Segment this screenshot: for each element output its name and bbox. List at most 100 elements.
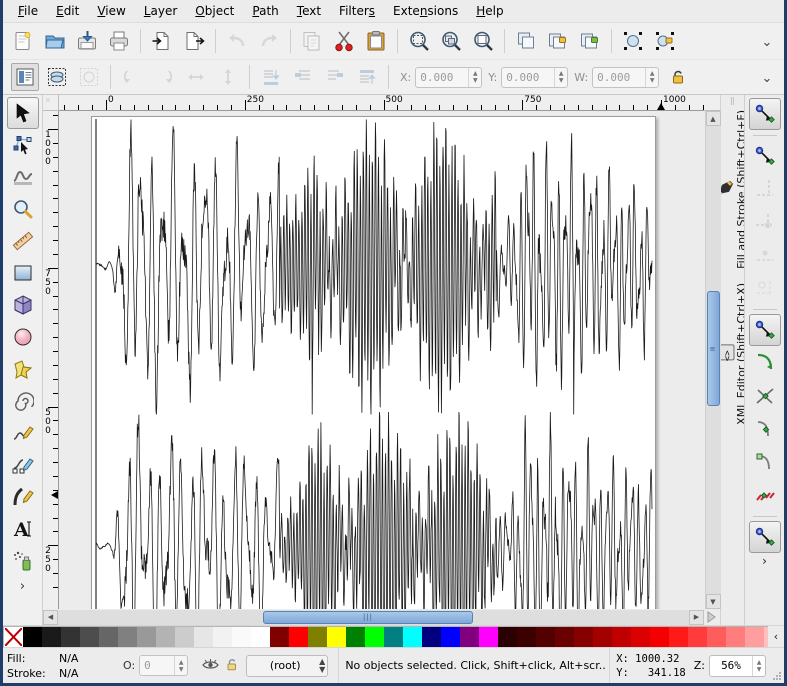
menu-item-path[interactable]: Path [243,1,287,21]
zoom-input[interactable] [710,658,752,673]
vscroll-track[interactable]: ≡ [705,126,721,594]
palette-swatch[interactable] [726,627,745,647]
palette-swatch[interactable] [251,627,270,647]
spray-tool[interactable] [7,545,39,577]
ellipse-tool[interactable] [7,321,39,353]
calligraphy-tool[interactable] [7,481,39,513]
palette-swatch[interactable] [308,627,327,647]
palette-swatch[interactable] [574,627,593,647]
object-properties-icon[interactable] [650,26,680,56]
menu-item-text[interactable]: Text [288,1,330,21]
palette-swatch[interactable] [194,627,213,647]
zoom-spinner[interactable]: ▲ ▼ [752,655,765,676]
opacity-field[interactable]: ▲▼ [139,655,189,676]
canvas-horizontal-scrollbar[interactable]: ◀ ||| ▶ [43,609,704,625]
vertical-ruler[interactable]: 1000 750 500 250 [43,111,59,609]
x-field[interactable]: ▲▼ [415,66,483,88]
w-spinner[interactable]: ▲ ▼ [645,67,658,87]
palette-swatch[interactable] [23,627,42,647]
text-tool[interactable]: A [7,513,39,545]
palette-more-chevron-left-icon[interactable]: ‹ [768,626,784,647]
snap-nodes-paths-toggle[interactable] [748,314,781,346]
snap-path-intersections-toggle[interactable] [749,380,781,412]
palette-swatch[interactable] [688,627,707,647]
palette-swatch[interactable] [270,627,289,647]
zoom-page-icon[interactable] [468,26,498,56]
open-document-icon[interactable] [40,26,70,56]
y-input[interactable] [502,67,555,87]
palette-swatch[interactable] [707,627,726,647]
snap-bbox-edge-midpoints-toggle[interactable] [749,239,781,271]
palette-swatch[interactable] [156,627,175,647]
x-spinner[interactable]: ▲ ▼ [468,67,481,87]
snap-bbox-edges-toggle[interactable] [749,173,781,205]
toolbox-more-chevron-right-icon[interactable]: › [20,579,25,594]
raise-icon[interactable] [321,63,349,91]
zoom-selection-icon[interactable] [404,26,434,56]
snap-midpoints-line-segments-toggle[interactable] [749,479,781,511]
fill-and-stroke-tab[interactable]: Fill and Stroke (Shift+Ctrl+F) [721,106,744,273]
fill-stroke-indicator[interactable]: Fill: N/A Stroke: N/A [3,648,115,683]
spiral-tool[interactable] [7,385,39,417]
cut-icon[interactable] [329,26,359,56]
lower-to-bottom-icon[interactable] [257,63,285,91]
menu-item-object[interactable]: Object [186,1,243,21]
copy-icon[interactable] [297,26,327,56]
palette-swatch[interactable] [175,627,194,647]
palette-swatch[interactable] [593,627,612,647]
palette-swatch[interactable] [555,627,574,647]
palette-swatch[interactable] [403,627,422,647]
flip-vertical-icon[interactable] [214,63,242,91]
deselect-icon[interactable] [75,63,103,91]
snap-bbox-corners-toggle[interactable] [749,206,781,238]
snap-to-cusp-nodes-toggle[interactable] [749,413,781,445]
palette-swatch[interactable] [289,627,308,647]
import-icon[interactable] [147,26,177,56]
scroll-down-arrow-icon[interactable]: ▼ [705,594,721,609]
zoom-drawing-icon[interactable] [436,26,466,56]
layer-selector[interactable]: (root) ▲ ▼ [246,654,329,677]
duplicate-icon[interactable] [511,26,541,56]
palette-swatch[interactable] [365,627,384,647]
enable-snapping-toggle[interactable] [748,98,781,130]
palette-swatch[interactable] [631,627,650,647]
rotate-ccw-icon[interactable] [118,63,146,91]
group-icon[interactable] [543,26,573,56]
fill-stroke-dialog-icon[interactable] [618,26,648,56]
menu-item-help[interactable]: Help [467,1,512,21]
y-field[interactable]: ▲▼ [501,66,569,88]
box3d-tool[interactable] [7,289,39,321]
palette-swatch[interactable] [479,627,498,647]
scroll-left-arrow-icon[interactable]: ◀ [43,609,58,625]
palette-swatch[interactable] [441,627,460,647]
palette-swatch[interactable] [669,627,688,647]
snapbar-more-chevron-right-icon[interactable]: › [762,554,767,568]
palette-swatch[interactable] [42,627,61,647]
raise-to-top-icon[interactable] [353,63,381,91]
menu-item-layer[interactable]: Layer [135,1,186,21]
paste-icon[interactable] [361,26,391,56]
hscroll-thumb[interactable]: ||| [263,610,473,624]
canvas-vertical-scrollbar[interactable]: ▲ ≡ ▼ [705,111,721,609]
palette-swatch[interactable] [460,627,479,647]
bezier-tool[interactable] [7,449,39,481]
dock-grip-icon[interactable]: ⣿ [730,98,735,105]
palette-swatch[interactable] [118,627,137,647]
snap-bbox-centers-toggle[interactable] [749,272,781,304]
lower-icon[interactable] [289,63,317,91]
palette-swatch[interactable] [612,627,631,647]
w-input[interactable] [593,67,646,87]
palette-swatch[interactable] [650,627,669,647]
undo-icon[interactable] [222,26,252,56]
hscroll-track[interactable]: ||| [58,609,689,625]
palette-swatch[interactable] [346,627,365,647]
menu-item-file[interactable]: File [9,1,47,21]
palette-swatch-none[interactable] [4,627,23,647]
toolctrl-overflow-chevron-down-icon[interactable]: ⌄ [758,69,776,87]
print-icon[interactable] [104,26,134,56]
zoom-to-fit-corner-icon[interactable] [704,609,720,625]
snap-to-paths-toggle[interactable] [749,347,781,379]
snap-to-smooth-nodes-toggle[interactable] [749,446,781,478]
opacity-spinner[interactable]: ▲ ▼ [174,656,187,675]
palette-swatch[interactable] [498,627,517,647]
